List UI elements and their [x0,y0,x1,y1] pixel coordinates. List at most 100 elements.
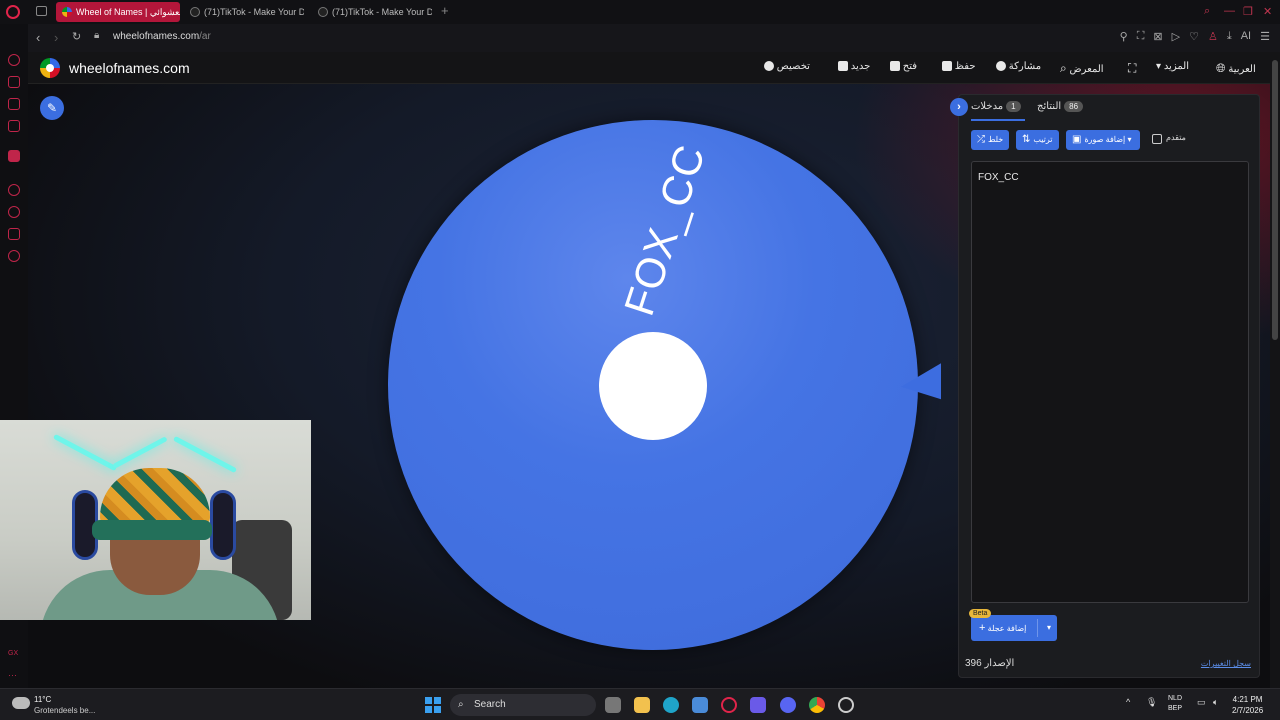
store-icon[interactable] [692,697,708,713]
download-icon[interactable]: ⤓ [1227,30,1232,43]
pin-icon[interactable]: ⚲ [1120,30,1128,43]
add-image-button[interactable]: ▣ إضافة صورة ▾ [1066,130,1140,150]
tray-chevron-up-icon[interactable]: ^ [1126,697,1130,707]
cloud-icon[interactable] [12,697,30,709]
add-wheel-label: إضافة عجلة [987,624,1027,633]
tab-results-label: النتائج [1037,101,1062,112]
tab-tiktok-2[interactable]: (71)TikTok - Make Your Da [312,2,432,22]
open-button[interactable]: فتح [886,61,917,72]
minimize-icon[interactable]: — [1224,5,1235,17]
back-icon[interactable]: ‹ [36,30,40,45]
messenger-icon[interactable] [8,98,20,110]
more-sidebar-icon[interactable]: ··· [8,670,20,682]
new-tab-plus-icon[interactable]: + [441,3,449,18]
wheel-entry-text: FOX_CC [614,138,715,321]
customize-button[interactable]: تخصيص [760,61,810,72]
app-icon[interactable] [750,697,766,713]
neon-light [112,436,168,469]
chevron-down-icon[interactable]: ▾ [1047,615,1051,641]
vpn-icon[interactable]: ♙ [1208,30,1218,43]
twitch-icon[interactable] [8,150,20,162]
tab-wheel-of-names[interactable]: Wheel of Names | العشوائي [56,2,180,22]
edit-pencil-button[interactable]: ✎ [40,96,64,120]
tab-search-icon[interactable]: ⌕ [1204,5,1210,18]
site-logo-icon[interactable] [40,58,60,78]
sort-icon: ⇅ [1022,134,1031,145]
language-button[interactable]: 🌐︎ العربية [1216,61,1256,76]
discord-icon[interactable] [780,697,796,713]
file-explorer-icon[interactable] [634,697,650,713]
close-icon[interactable]: ✕ [1263,5,1272,18]
url-field[interactable]: wheelofnames.com/ar [113,31,211,42]
reload-icon[interactable]: ↻ [72,30,81,43]
tab-results[interactable]: النتائج 86 [1037,101,1084,112]
opera-logo-icon[interactable] [6,5,20,19]
snapshot-icon[interactable]: ⛶ [1137,30,1145,43]
active-tab-indicator [971,119,1025,121]
chrome-icon[interactable] [809,697,825,713]
scrollbar-thumb[interactable] [1272,60,1278,340]
changelog-link[interactable]: سجل التغييرات [1201,659,1251,668]
weather-description[interactable]: Grotendeels be... [34,706,95,715]
easy-setup-icon[interactable]: ☰ [1260,30,1270,43]
tab-overview-icon[interactable] [36,6,47,16]
pinboard-icon[interactable] [8,228,20,240]
settings-icon[interactable] [8,250,20,262]
gallery-button[interactable]: ⌕ المعرض [1058,61,1104,76]
shuffle-icon: ⤮ [977,134,985,145]
network-icon[interactable]: ▭ [1197,697,1206,708]
maximize-icon[interactable]: ❐ [1243,5,1253,18]
opera-gx-taskbar-icon[interactable] [721,697,737,713]
tab-tiktok-1[interactable]: (71)TikTok - Make Your Da [184,2,304,22]
edge-icon[interactable] [663,697,679,713]
collapse-panel-button[interactable]: › [950,98,968,116]
add-image-label: إضافة صورة [1084,135,1126,144]
task-view-icon[interactable] [605,697,621,713]
gx-icon[interactable]: GX [8,650,20,662]
new-button[interactable]: جديد [834,61,870,72]
volume-icon[interactable]: 🔈︎ [1213,697,1218,708]
taskbar-clock[interactable]: 4:21 PM 2/7/2026 [1232,694,1263,716]
share-label: مشاركة [1008,61,1042,72]
site-header: wheelofnames.com تخصيص جديد فتح حفظ مشار… [28,52,1270,84]
clock-time: 4:21 PM [1232,695,1263,704]
tab-entries[interactable]: مدخلات 1 [971,101,1021,112]
player-sidebar-icon[interactable] [8,184,20,196]
wheel-center-hub[interactable] [599,332,707,440]
weather-temperature[interactable]: 11°C [34,695,51,704]
whatsapp-icon[interactable] [8,120,20,132]
share-button[interactable]: مشاركة [992,61,1041,72]
entries-textarea[interactable]: FOX_CC [971,161,1249,603]
fullscreen-button[interactable]: ⛶ [1128,61,1136,76]
player-icon[interactable]: ▷ [1172,30,1180,43]
aria-ai-button[interactable]: AI [1241,30,1251,43]
input-language[interactable]: NLD BEP [1168,694,1182,714]
shuffle-button[interactable]: ⤮ خلط [971,130,1010,150]
lang-bottom: BEP [1168,705,1183,712]
spin-wheel[interactable]: FOX_CC [388,120,918,650]
taskbar-search-label: Search [474,699,506,710]
save-button[interactable]: حفظ [938,61,976,72]
crypto-wallet-icon[interactable] [8,76,20,88]
panel-footer: 396 الإصدار سجل التغييرات [959,655,1259,677]
taskbar-search[interactable]: ⌕ Search [450,694,596,716]
app-icon-2[interactable] [838,697,854,713]
forward-icon[interactable]: › [54,30,58,45]
cap-visor [92,520,212,540]
heart-icon[interactable]: ♡ [1189,30,1199,43]
image-icon: ▣ [1072,134,1082,145]
shuffle-label: خلط [988,135,1004,144]
save-label: حفظ [954,61,976,72]
start-button[interactable] [425,697,441,713]
more-menu-button[interactable]: ▾ المزيد [1156,61,1189,72]
microphone-icon[interactable]: 🎙︎ [1146,697,1157,708]
aria-icon[interactable] [8,54,20,66]
add-wheel-button[interactable]: + إضافة عجلة ▾ [971,615,1057,641]
pencil-icon: ✎ [46,101,58,115]
advanced-checkbox[interactable] [1152,134,1162,144]
sort-button[interactable]: ⇅ ترتيب [1016,130,1059,150]
page-scrollbar[interactable] [1270,52,1280,688]
site-name[interactable]: wheelofnames.com [69,60,190,76]
adblock-icon[interactable]: ⊠ [1153,30,1162,43]
history-icon[interactable] [8,206,20,218]
